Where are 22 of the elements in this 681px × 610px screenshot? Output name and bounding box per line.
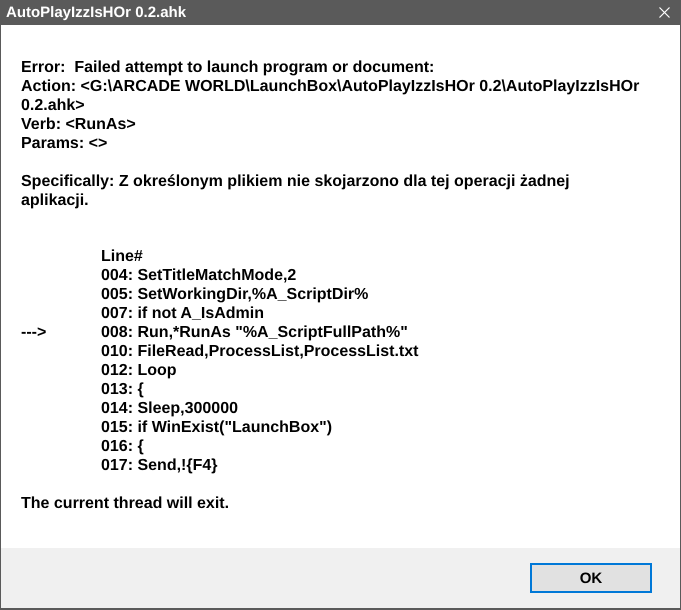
code-line: 004: SetTitleMatchMode,2 [101, 266, 296, 285]
exit-notice: The current thread will exit. [21, 494, 230, 513]
code-line: 005: SetWorkingDir,%A_ScriptDir% [101, 285, 368, 304]
details-text: Specifically: Z określonym plikiem nie skojarzono dla tej operacji żadnej aplikacji. [21, 172, 571, 210]
params-text: Params: <> [21, 134, 108, 153]
close-icon[interactable] [659, 7, 670, 18]
code-line: 013: { [101, 380, 144, 399]
code-line: 017: Send,!{F4} [101, 456, 218, 475]
verb-text: Verb: <RunAs> [21, 115, 137, 134]
error-message: Error: Failed attempt to launch program or document: [21, 58, 436, 77]
code-line: 012: Loop [101, 361, 177, 380]
code-line: 010: FileRead,ProcessList,ProcessList.txt [101, 342, 418, 361]
action-text: Action: <G:\ARCADE WORLD\LaunchBox\AutoPlayIzzIsHOr 0.2\AutoPlayIzzIsHOr 0.2.ahk> [21, 77, 640, 115]
ok-button[interactable]: OK [530, 563, 652, 593]
code-line: 016: { [101, 437, 144, 456]
current-line-marker: ---> [21, 324, 46, 341]
listing-header: Line# [101, 247, 143, 266]
code-line: 008: Run,*RunAs "%A_ScriptFullPath%" [101, 323, 408, 342]
window-title: AutoPlayIzzIsHOr 0.2.ahk [6, 4, 186, 22]
code-line: 015: if WinExist("LaunchBox") [101, 418, 332, 437]
code-line: 014: Sleep,300000 [101, 399, 238, 418]
code-line: 007: if not A_IsAdmin [101, 304, 264, 323]
